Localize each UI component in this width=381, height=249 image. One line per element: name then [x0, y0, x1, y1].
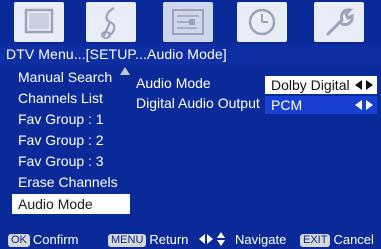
left-right-arrows-icon: [355, 100, 373, 110]
digital-audio-output-label: Digital Audio Output: [136, 95, 260, 111]
hint-bar: OK Confirm MENU Return Navigate EXIT Cancel: [0, 231, 381, 249]
music-note-icon[interactable]: [86, 2, 136, 42]
hint-return: MENU Return: [108, 231, 188, 249]
top-icon-bar: [0, 0, 381, 44]
menu-item-channels-list[interactable]: Channels List: [12, 88, 130, 108]
channel-setup-icon[interactable]: [163, 2, 213, 42]
menu-item-audio-mode[interactable]: Audio Mode: [12, 194, 130, 214]
breadcrumb: DTV Menu...[SETUP...Audio Mode]: [0, 44, 381, 65]
digital-audio-output-selector[interactable]: PCM: [265, 96, 377, 114]
wrench-icon[interactable]: [314, 2, 364, 42]
digital-audio-output-value: PCM: [271, 97, 303, 113]
navigate-label: Navigate: [235, 232, 287, 247]
exit-key-badge: EXIT: [300, 234, 331, 247]
setup-menu-list: Manual Search Channels List Fav Group : …: [12, 67, 130, 217]
tv-menu-screen: DTV Menu...[SETUP...Audio Mode] Manual S…: [0, 0, 381, 249]
hint-navigate: Navigate: [199, 231, 286, 249]
return-label: Return: [149, 232, 189, 247]
menu-item-fav-group-3[interactable]: Fav Group : 3: [12, 151, 130, 171]
audio-mode-selector[interactable]: Dolby Digital: [265, 76, 377, 94]
left-right-arrows-icon: [355, 80, 373, 90]
cancel-label: Cancel: [333, 232, 374, 247]
menu-item-fav-group-2[interactable]: Fav Group : 2: [12, 130, 130, 150]
tv-picture-icon[interactable]: [14, 2, 64, 42]
audio-mode-label: Audio Mode: [136, 75, 211, 91]
menu-item-erase-channels[interactable]: Erase Channels: [12, 172, 130, 192]
menu-item-manual-search[interactable]: Manual Search: [12, 67, 130, 87]
hint-confirm: OK Confirm: [8, 231, 78, 249]
menu-item-fav-group-1[interactable]: Fav Group : 1: [12, 109, 130, 129]
hint-cancel: EXIT Cancel: [300, 231, 374, 249]
confirm-label: Confirm: [32, 232, 79, 247]
menu-key-badge: MENU: [108, 234, 147, 247]
audio-mode-value: Dolby Digital: [271, 77, 350, 93]
navigate-arrows-icon: [199, 232, 233, 246]
ok-key-badge: OK: [8, 234, 30, 247]
clock-icon[interactable]: [237, 2, 287, 42]
